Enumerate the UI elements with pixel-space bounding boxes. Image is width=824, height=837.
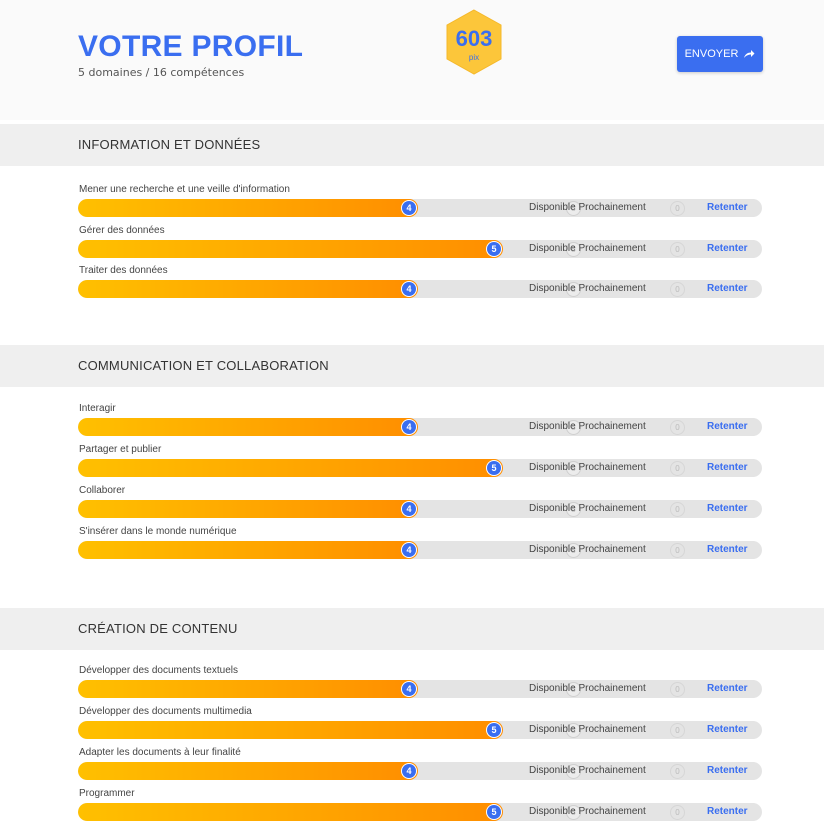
- competence-label: Mener une recherche et une veille d'info…: [79, 184, 290, 195]
- next-level-marker: 0: [670, 201, 685, 216]
- section-header: INFORMATION ET DONNÉES: [0, 124, 824, 166]
- competence-level-fill: [78, 459, 503, 477]
- competence-progress-bar: 4 5 Disponible Prochainement 0 Retenter: [78, 418, 762, 436]
- availability-status: Disponible Prochainement: [529, 202, 646, 213]
- competence-level-fill: [78, 280, 418, 298]
- next-level-marker: 0: [670, 461, 685, 476]
- next-level-marker: 0: [670, 723, 685, 738]
- competence-label: Collaborer: [79, 485, 126, 496]
- retry-button[interactable]: Retenter: [707, 202, 748, 213]
- next-level-marker: 0: [670, 764, 685, 779]
- next-level-marker: 0: [670, 805, 685, 820]
- competence-label: Développer des documents multimedia: [79, 706, 252, 717]
- competence-level-fill: [78, 803, 503, 821]
- share-arrow-icon: [744, 50, 755, 58]
- competence-progress-bar: 4 5 Disponible Prochainement 0 Retenter: [78, 500, 762, 518]
- competence-label: S'insérer dans le monde numérique: [79, 526, 237, 537]
- competence-level-fill: [78, 762, 418, 780]
- availability-status: Disponible Prochainement: [529, 243, 646, 254]
- competence-label: Développer des documents textuels: [79, 665, 238, 676]
- competence-progress-bar: 4 5 Disponible Prochainement 0 Retenter: [78, 280, 762, 298]
- section-title: COMMUNICATION ET COLLABORATION: [78, 358, 329, 373]
- competence-level-fill: [78, 680, 418, 698]
- next-level-marker: 0: [670, 420, 685, 435]
- competence-level-badge: 5: [487, 242, 501, 256]
- competence-level-badge: 4: [402, 682, 416, 696]
- next-level-marker: 0: [670, 242, 685, 257]
- competence-progress-bar: 5 5 Disponible Prochainement 0 Retenter: [78, 803, 762, 821]
- page-title: VOTRE PROFIL: [78, 30, 304, 63]
- competence-level-badge: 4: [402, 543, 416, 557]
- pix-score-value: 603: [455, 26, 493, 51]
- competence-progress-bar: 4 5 Disponible Prochainement 0 Retenter: [78, 199, 762, 217]
- section-title: CRÉATION DE CONTENU: [78, 621, 238, 636]
- competence-label: Programmer: [79, 788, 135, 799]
- retry-button[interactable]: Retenter: [707, 421, 748, 432]
- competence-level-fill: [78, 721, 503, 739]
- retry-button[interactable]: Retenter: [707, 683, 748, 694]
- competence-level-badge: 4: [402, 420, 416, 434]
- availability-status: Disponible Prochainement: [529, 544, 646, 555]
- retry-button[interactable]: Retenter: [707, 243, 748, 254]
- competence-progress-bar: 4 5 Disponible Prochainement 0 Retenter: [78, 541, 762, 559]
- profile-subtitle: 5 domaines / 16 compétences: [78, 66, 245, 79]
- competence-level-badge: 4: [402, 282, 416, 296]
- competence-level-fill: [78, 199, 418, 217]
- section-header: COMMUNICATION ET COLLABORATION: [0, 345, 824, 387]
- next-level-marker: 0: [670, 282, 685, 297]
- competence-level-badge: 4: [402, 764, 416, 778]
- retry-button[interactable]: Retenter: [707, 724, 748, 735]
- section-header: CRÉATION DE CONTENU: [0, 608, 824, 650]
- availability-status: Disponible Prochainement: [529, 283, 646, 294]
- send-button[interactable]: ENVOYER: [677, 36, 763, 72]
- availability-status: Disponible Prochainement: [529, 724, 646, 735]
- availability-status: Disponible Prochainement: [529, 765, 646, 776]
- retry-button[interactable]: Retenter: [707, 462, 748, 473]
- competence-progress-bar: 5 5 Disponible Prochainement 0 Retenter: [78, 721, 762, 739]
- competence-level-fill: [78, 500, 418, 518]
- competence-level-badge: 4: [402, 201, 416, 215]
- competence-label: Interagir: [79, 403, 116, 414]
- competence-level-fill: [78, 418, 418, 436]
- retry-button[interactable]: Retenter: [707, 544, 748, 555]
- competence-label: Gérer des données: [79, 225, 165, 236]
- competence-level-badge: 5: [487, 805, 501, 819]
- retry-button[interactable]: Retenter: [707, 765, 748, 776]
- next-level-marker: 0: [670, 502, 685, 517]
- competence-level-fill: [78, 240, 503, 258]
- competence-progress-bar: 4 5 Disponible Prochainement 0 Retenter: [78, 680, 762, 698]
- pix-score-unit: pix: [468, 53, 480, 62]
- competence-level-badge: 4: [402, 502, 416, 516]
- retry-button[interactable]: Retenter: [707, 503, 748, 514]
- next-level-marker: 0: [670, 682, 685, 697]
- availability-status: Disponible Prochainement: [529, 462, 646, 473]
- retry-button[interactable]: Retenter: [707, 806, 748, 817]
- competence-label: Partager et publier: [79, 444, 162, 455]
- retry-button[interactable]: Retenter: [707, 283, 748, 294]
- competence-progress-bar: 5 5 Disponible Prochainement 0 Retenter: [78, 240, 762, 258]
- send-button-label: ENVOYER: [684, 48, 739, 60]
- competence-level-badge: 5: [487, 723, 501, 737]
- profile-header: VOTRE PROFIL 5 domaines / 16 compétences…: [0, 0, 824, 120]
- availability-status: Disponible Prochainement: [529, 683, 646, 694]
- availability-status: Disponible Prochainement: [529, 421, 646, 432]
- competence-label: Adapter les documents à leur finalité: [79, 747, 241, 758]
- availability-status: Disponible Prochainement: [529, 806, 646, 817]
- section-title: INFORMATION ET DONNÉES: [78, 137, 261, 152]
- availability-status: Disponible Prochainement: [529, 503, 646, 514]
- pix-score-badge: 603 pix: [444, 8, 504, 76]
- competence-level-badge: 5: [487, 461, 501, 475]
- competence-progress-bar: 4 5 Disponible Prochainement 0 Retenter: [78, 762, 762, 780]
- next-level-marker: 0: [670, 543, 685, 558]
- competence-level-fill: [78, 541, 418, 559]
- competence-progress-bar: 5 5 Disponible Prochainement 0 Retenter: [78, 459, 762, 477]
- competence-label: Traiter des données: [79, 265, 168, 276]
